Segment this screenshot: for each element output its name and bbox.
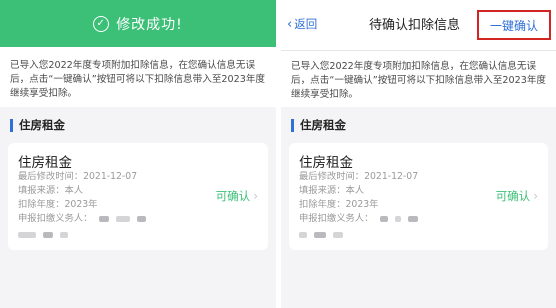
withholder-row: 申报扣缴义务人： [18, 212, 147, 226]
redacted-text [299, 231, 307, 238]
back-label: 返回 [294, 17, 318, 31]
confirm-all-button[interactable]: 一键确认 [477, 10, 551, 40]
last-modified: 最后修改时间：2021-12-07 [299, 171, 419, 182]
section-header: 住房租金 [0, 110, 276, 140]
redacted-text [99, 215, 110, 222]
redacted-text [313, 231, 326, 238]
deduction-year: 扣除年度：2023年 [299, 199, 379, 210]
withholder-row: 申报扣缴义务人： [299, 212, 419, 226]
chevron-left-icon: ‹ [287, 17, 293, 32]
check-circle-icon: ✓ [93, 15, 110, 32]
redacted-row [299, 228, 418, 242]
page-title: 待确认扣除信息 [369, 18, 461, 33]
screen: ✓ 修改成功! 已导入您2022年度专项附加扣除信息，在您确认信息无误后，点击“… [0, 0, 556, 308]
report-source: 填报来源：本人 [299, 185, 365, 196]
left-panel: ✓ 修改成功! 已导入您2022年度专项附加扣除信息，在您确认信息无误后，点击“… [0, 0, 276, 308]
nav-bar: ‹ 返回 待确认扣除信息 一键确认 [281, 0, 556, 51]
chevron-right-icon: › [533, 189, 538, 203]
back-button[interactable]: ‹ 返回 [287, 16, 317, 32]
card-title: 住房租金 [299, 155, 353, 171]
last-modified: 最后修改时间：2021-12-07 [18, 171, 138, 182]
report-source: 填报来源：本人 [18, 185, 84, 196]
import-notice: 已导入您2022年度专项附加扣除信息，在您确认信息无误后，点击“一键确认”按钮可… [281, 51, 556, 107]
redacted-text [59, 231, 68, 238]
section-accent-bar [10, 118, 13, 132]
deduction-card[interactable]: 住房租金 最后修改时间：2021-12-07 填报来源：本人 扣除年度：2023… [8, 143, 268, 250]
redacted-row [18, 228, 146, 242]
withholder-label: 申报扣缴义务人： [18, 213, 93, 224]
section-accent-bar [291, 118, 294, 132]
right-panel: ‹ 返回 待确认扣除信息 一键确认 已导入您2022年度专项附加扣除信息，在您确认… [281, 0, 556, 308]
redacted-text [380, 215, 389, 222]
card-title: 住房租金 [18, 155, 72, 171]
redacted-text [408, 215, 419, 222]
success-toast: ✓ 修改成功! [0, 0, 276, 47]
redacted-text [42, 231, 53, 238]
status-confirmable[interactable]: 可确认 › [216, 188, 258, 204]
status-label: 可确认 [495, 189, 531, 203]
status-confirmable[interactable]: 可确认 › [496, 188, 538, 204]
section-title: 住房租金 [19, 118, 65, 132]
redacted-text [18, 231, 36, 238]
import-notice: 已导入您2022年度专项附加扣除信息，在您确认信息无误后，点击“一键确认”按钮可… [0, 47, 276, 107]
section-title: 住房租金 [300, 118, 346, 132]
deduction-card[interactable]: 住房租金 最后修改时间：2021-12-07 填报来源：本人 扣除年度：2023… [289, 143, 548, 250]
withholder-label: 申报扣缴义务人： [299, 213, 374, 224]
toast-text: 修改成功! [116, 16, 183, 33]
section-header: 住房租金 [281, 110, 556, 140]
status-label: 可确认 [215, 189, 251, 203]
redacted-text [137, 215, 147, 222]
chevron-right-icon: › [253, 189, 258, 203]
redacted-text [116, 215, 131, 222]
redacted-text [395, 215, 402, 222]
card-info: 最后修改时间：2021-12-07 填报来源：本人 扣除年度：2023年 申报扣… [299, 170, 419, 242]
redacted-text [332, 231, 343, 238]
deduction-year: 扣除年度：2023年 [18, 199, 98, 210]
card-info: 最后修改时间：2021-12-07 填报来源：本人 扣除年度：2023年 申报扣… [18, 170, 147, 242]
